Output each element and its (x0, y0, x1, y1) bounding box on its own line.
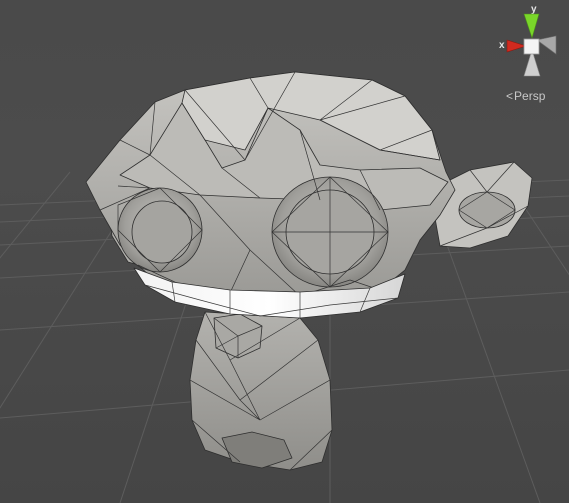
gizmo-x-cone-icon[interactable] (506, 39, 527, 53)
gizmo-y-cone-icon[interactable] (523, 13, 540, 40)
scene-view[interactable]: y x <Persp (0, 0, 569, 503)
gizmo-center-cube-icon[interactable] (523, 38, 540, 55)
viewport[interactable] (0, 0, 569, 503)
gizmo-back-cone-icon[interactable] (536, 35, 557, 55)
projection-label-text: Persp (514, 89, 546, 103)
mesh-eye-left-inner (131, 200, 193, 264)
orientation-gizmo[interactable]: y x (496, 0, 569, 82)
gizmo-x-label: x (499, 40, 505, 51)
projection-toggle[interactable]: <Persp (506, 88, 545, 104)
mesh-ear-right-hole (458, 191, 516, 229)
projection-chevron-icon: < (506, 89, 514, 103)
gizmo-y-label: y (531, 4, 537, 15)
